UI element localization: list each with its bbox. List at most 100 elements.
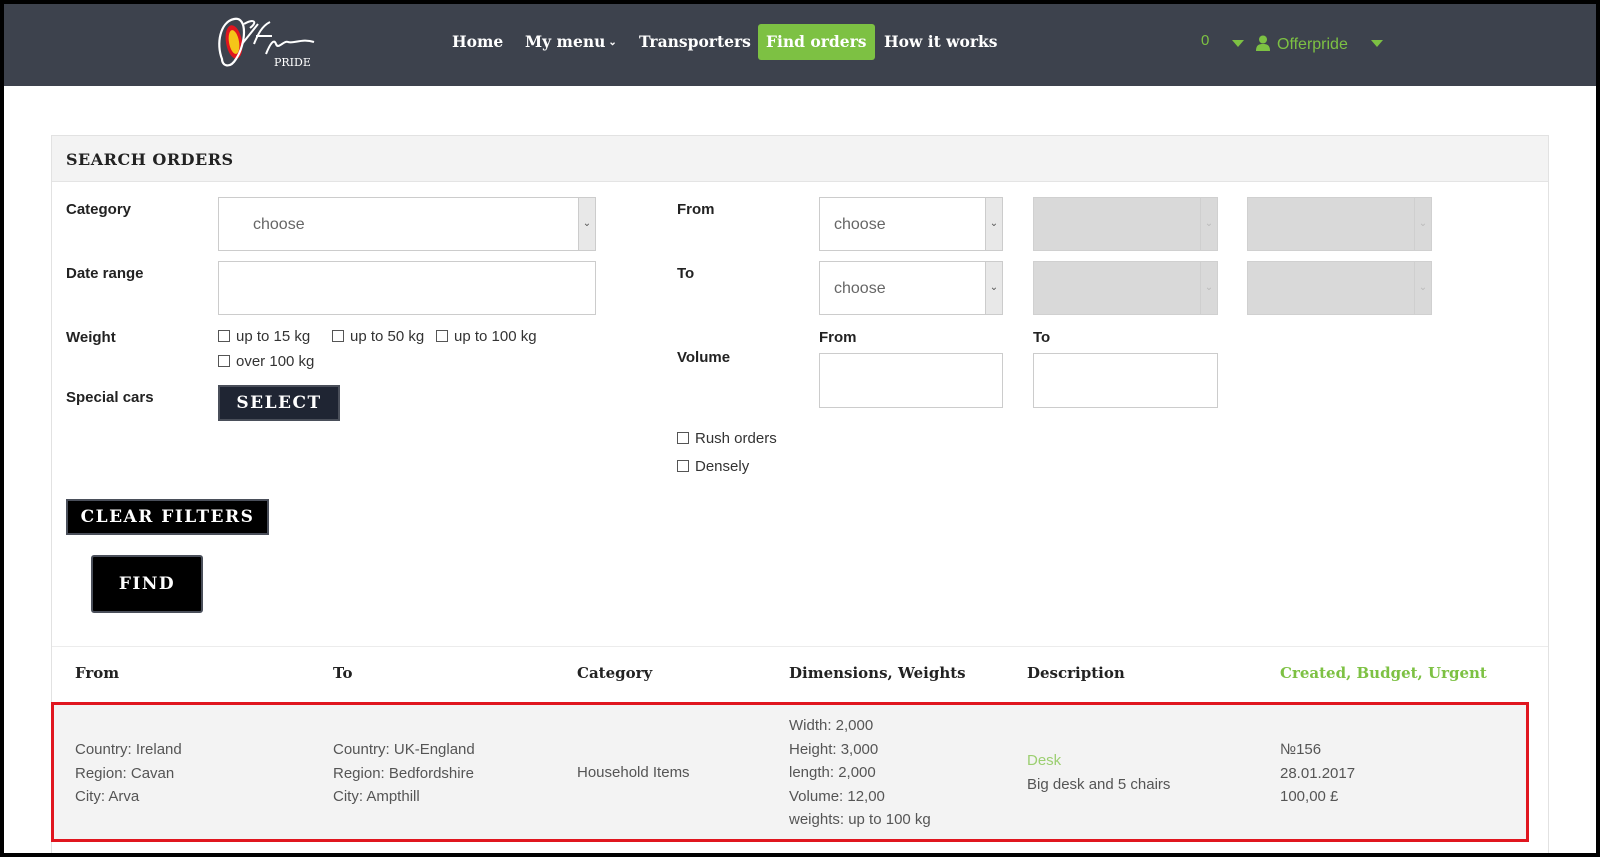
find-button[interactable]: FIND <box>91 555 203 613</box>
densely-label: Densely <box>695 458 750 475</box>
nav-transporters-label: Transporters <box>639 32 751 51</box>
weight-option-label: up to 50 kg <box>350 328 425 345</box>
offer-pride-logo[interactable]: PRIDE <box>214 14 324 80</box>
checkbox[interactable] <box>332 330 344 342</box>
user-icon <box>1256 35 1270 51</box>
cart-count[interactable]: 0 <box>1201 32 1209 49</box>
chevron-down-icon: ⌄ <box>1200 262 1217 314</box>
select-special-cars-button[interactable]: SELECT <box>218 385 340 421</box>
nav-how-it-works-label: How it works <box>884 32 998 51</box>
chevron-down-icon: ⌄ <box>1200 198 1217 250</box>
volume-label: Volume <box>677 349 731 366</box>
weight-option-label: over 100 kg <box>236 353 315 370</box>
divider <box>52 646 1548 647</box>
column-header-category: Category <box>577 664 653 682</box>
chevron-down-icon: ⌄ <box>1414 198 1431 250</box>
column-header-dimensions: Dimensions, Weights <box>789 664 966 682</box>
category-label: Category <box>66 201 132 218</box>
weight-option-100[interactable]: up to 100 kg <box>436 328 537 345</box>
chevron-down-icon: ⌄ <box>985 262 1002 314</box>
chevron-down-icon: ⌄ <box>985 198 1002 250</box>
to-city: City: Ampthill <box>333 788 420 805</box>
dimension-width: Width: 2,000 <box>789 717 874 734</box>
weight-option-15[interactable]: up to 15 kg <box>218 328 310 345</box>
cart-dropdown-caret-icon[interactable] <box>1232 40 1244 47</box>
description-title[interactable]: Desk <box>1027 749 1170 773</box>
nav-find-orders-label: Find orders <box>766 32 867 51</box>
column-header-from: From <box>75 664 120 682</box>
category-select[interactable]: choose ⌄ <box>218 197 596 251</box>
page-frame: PRIDE Home My menu ⌄ Transporters Find or… <box>4 4 1596 853</box>
densely-option[interactable]: Densely <box>677 458 749 475</box>
rush-orders-label: Rush orders <box>695 430 777 447</box>
order-date: 28.01.2017 <box>1280 764 1356 782</box>
volume-to-input[interactable] <box>1033 353 1218 408</box>
column-header-to: To <box>333 664 353 682</box>
nav-how-it-works[interactable]: How it works <box>876 24 1005 60</box>
row-category: Household Items <box>577 764 690 781</box>
order-number: №156 <box>1280 741 1322 758</box>
order-budget: 100,00 £ <box>1280 788 1339 805</box>
weight-option-over-100[interactable]: over 100 kg <box>218 353 314 370</box>
to-city-select[interactable]: ⌄ <box>1247 261 1432 315</box>
column-header-description: Description <box>1027 664 1125 682</box>
to-country-value: choose <box>834 280 886 297</box>
date-range-label: Date range <box>66 265 144 282</box>
dimension-volume: Volume: 12,00 <box>789 787 885 805</box>
dimension-length: length: 2,000 <box>789 764 876 781</box>
weight-label: Weight <box>66 329 116 346</box>
from-region: Region: Cavan <box>75 764 175 782</box>
nav-my-menu-label: My menu <box>525 32 606 51</box>
row-dimensions: Width: 2,000 Height: 3,000 length: 2,000… <box>789 714 931 832</box>
weight-option-50[interactable]: up to 50 kg <box>332 328 424 345</box>
from-country-select[interactable]: choose ⌄ <box>819 197 1003 251</box>
special-cars-label: Special cars <box>66 389 154 406</box>
volume-from-label: From <box>819 329 857 346</box>
to-region: Region: Bedfordshire <box>333 764 474 782</box>
checkbox[interactable] <box>218 330 230 342</box>
volume-to-label: To <box>1033 329 1051 346</box>
date-range-input[interactable] <box>218 261 596 315</box>
from-country: Country: Ireland <box>75 741 182 758</box>
top-navbar: PRIDE Home My menu ⌄ Transporters Find or… <box>4 4 1596 86</box>
panel-title: SEARCH ORDERS <box>52 136 1548 182</box>
from-region-select[interactable]: ⌄ <box>1033 197 1218 251</box>
to-country: Country: UK-England <box>333 741 475 758</box>
volume-from-input[interactable] <box>819 353 1003 408</box>
rush-orders-option[interactable]: Rush orders <box>677 430 777 447</box>
to-region-select[interactable]: ⌄ <box>1033 261 1218 315</box>
checkbox[interactable] <box>677 432 689 444</box>
svg-text:PRIDE: PRIDE <box>274 56 311 69</box>
nav-home[interactable]: Home <box>444 24 511 60</box>
nav-transporters[interactable]: Transporters <box>631 24 759 60</box>
from-city-select[interactable]: ⌄ <box>1247 197 1432 251</box>
weight-option-label: up to 15 kg <box>236 328 311 345</box>
to-label: To <box>677 265 695 282</box>
dimension-height: Height: 3,000 <box>789 740 879 758</box>
clear-filters-button[interactable]: CLEAR FILTERS <box>66 499 269 535</box>
checkbox[interactable] <box>677 460 689 472</box>
to-country-select[interactable]: choose ⌄ <box>819 261 1003 315</box>
checkbox[interactable] <box>436 330 448 342</box>
from-country-value: choose <box>834 216 886 233</box>
row-description: Desk Big desk and 5 chairs <box>1027 749 1170 796</box>
weight-option-label: up to 100 kg <box>454 328 537 345</box>
row-created: №156 28.01.2017 100,00 £ <box>1280 738 1355 809</box>
from-label: From <box>677 201 715 218</box>
user-name[interactable]: Offerpride <box>1277 36 1348 54</box>
description-text: Big desk and 5 chairs <box>1027 775 1171 793</box>
nav-home-label: Home <box>452 32 504 51</box>
nav-my-menu[interactable]: My menu ⌄ <box>517 24 625 60</box>
dimension-weight: weights: up to 100 kg <box>789 811 931 828</box>
chevron-down-icon: ⌄ <box>578 198 595 250</box>
chevron-down-icon: ⌄ <box>1414 262 1431 314</box>
from-city: City: Arva <box>75 788 140 805</box>
chevron-down-icon: ⌄ <box>608 37 617 48</box>
nav-find-orders[interactable]: Find orders <box>758 24 875 60</box>
table-row[interactable]: Country: Ireland Region: Cavan City: Arv… <box>51 702 1529 842</box>
column-header-created[interactable]: Created, Budget, Urgent <box>1280 664 1487 682</box>
row-from: Country: Ireland Region: Cavan City: Arv… <box>75 738 182 809</box>
checkbox[interactable] <box>218 355 230 367</box>
user-dropdown-caret-icon[interactable] <box>1371 40 1383 47</box>
row-to: Country: UK-England Region: Bedfordshire… <box>333 738 475 809</box>
